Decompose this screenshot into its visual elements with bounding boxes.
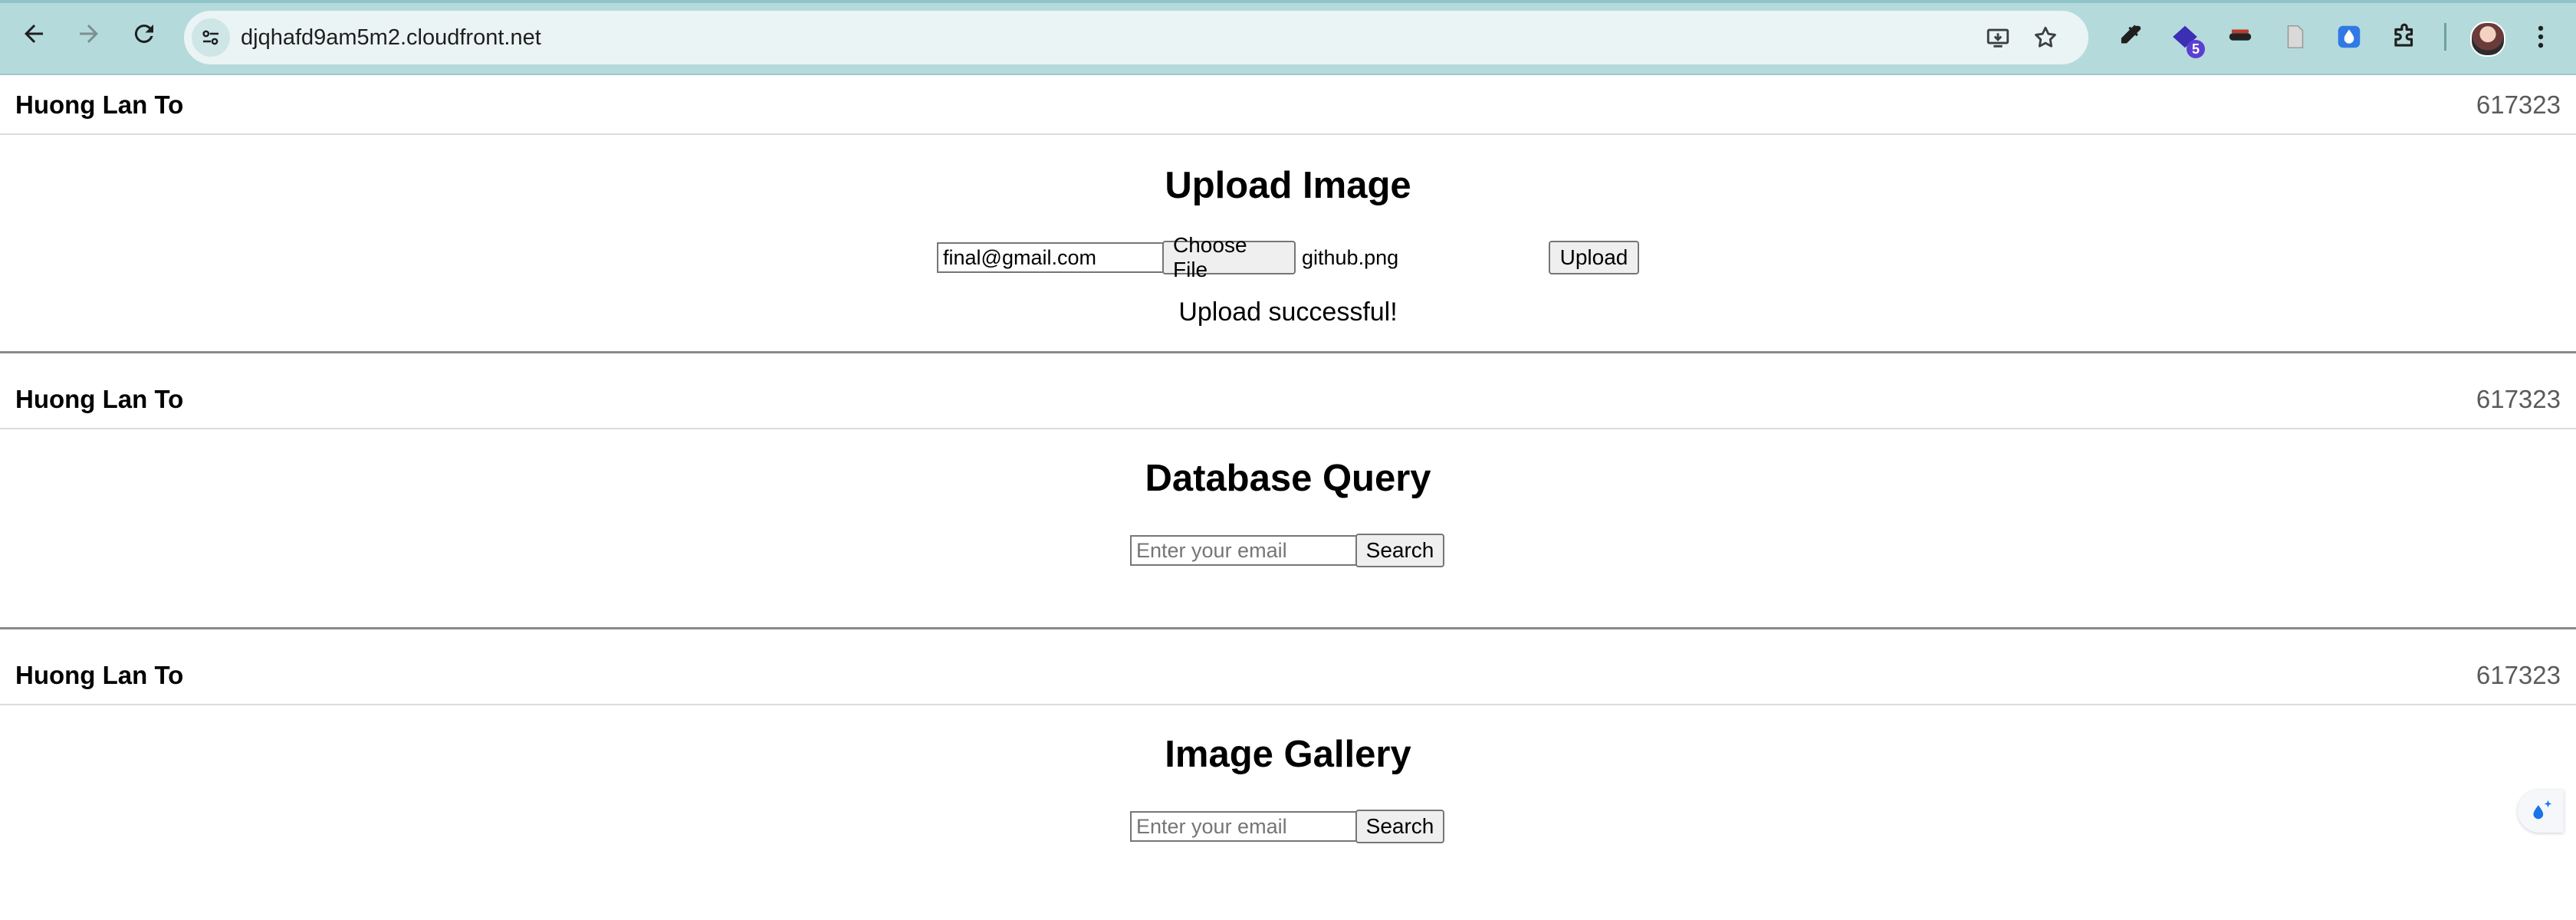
query-title: Database Query (1145, 458, 1431, 499)
section-divider (0, 627, 2576, 629)
gallery-title: Image Gallery (1165, 734, 1411, 775)
back-button[interactable] (17, 17, 51, 51)
mask-extension-button[interactable] (2223, 20, 2257, 54)
eyedropper-extension[interactable] (2113, 20, 2147, 54)
tune-icon (202, 30, 219, 45)
eyedropper-icon (2121, 25, 2141, 44)
document-extension-icon (2287, 25, 2304, 49)
document-extension-button[interactable] (2279, 20, 2312, 54)
student-id: 617323 (2476, 661, 2561, 689)
upload-title: Upload Image (1165, 165, 1411, 206)
browser-menu-button[interactable] (2524, 20, 2558, 54)
page-content: Huong Lan To 617323 Upload Image Choose … (0, 75, 2576, 920)
forward-arrow-icon (80, 25, 98, 43)
query-email-input[interactable] (1130, 535, 1357, 566)
section-divider (0, 351, 2576, 353)
query-header: Huong Lan To 617323 (0, 370, 2576, 429)
extensions-puzzle-icon (2394, 23, 2413, 47)
author-name: Huong Lan To (15, 385, 184, 413)
drop-extension-icon (2338, 25, 2361, 48)
gallery-header: Huong Lan To 617323 (0, 646, 2576, 705)
reload-button[interactable] (127, 17, 161, 51)
extensions-button[interactable] (2387, 20, 2421, 54)
gallery-email-input[interactable] (1130, 811, 1357, 842)
back-arrow-icon (25, 25, 43, 43)
url-text[interactable]: djqhafd9am5m2.cloudfront.net (241, 11, 541, 64)
floating-assistant-button[interactable] (2518, 790, 2564, 833)
install-app-button[interactable] (1983, 22, 2013, 53)
student-id: 617323 (2476, 90, 2561, 119)
upload-header: Huong Lan To 617323 (0, 75, 2576, 135)
address-bar[interactable]: djqhafd9am5m2.cloudfront.net (184, 11, 2088, 64)
author-name: Huong Lan To (15, 90, 184, 119)
gallery-search-button[interactable]: Search (1355, 810, 1444, 843)
upload-button[interactable]: Upload (1549, 241, 1639, 274)
bookmark-button[interactable] (2030, 22, 2061, 53)
upload-email-field[interactable] (937, 242, 1164, 273)
install-app-icon (1986, 28, 2009, 48)
student-id: 617323 (2476, 385, 2561, 413)
choose-file-button[interactable]: Choose File (1162, 233, 1296, 281)
author-name: Huong Lan To (15, 661, 184, 689)
cap-extension-button[interactable]: 5 (2168, 20, 2205, 58)
extension-badge: 5 (2187, 40, 2205, 58)
upload-status-message: Upload successful! (1178, 297, 1398, 327)
query-search-button[interactable]: Search (1355, 534, 1444, 567)
selected-file-name: github.png (1302, 246, 1399, 269)
profile-avatar[interactable] (2470, 21, 2505, 57)
sparkle-drop-icon (2533, 800, 2552, 820)
star-icon (2035, 26, 2056, 48)
forward-button[interactable] (72, 17, 106, 51)
kebab-menu-icon (2538, 25, 2544, 48)
mask-extension-icon (2229, 29, 2252, 41)
drop-extension-button[interactable] (2332, 20, 2366, 54)
site-info-button[interactable] (192, 18, 230, 57)
toolbar-divider (2444, 23, 2446, 51)
tab-strip-edge (0, 0, 2576, 3)
reload-icon (134, 25, 153, 44)
browser-toolbar: djqhafd9am5m2.cloudfront.net 5 (0, 0, 2576, 75)
